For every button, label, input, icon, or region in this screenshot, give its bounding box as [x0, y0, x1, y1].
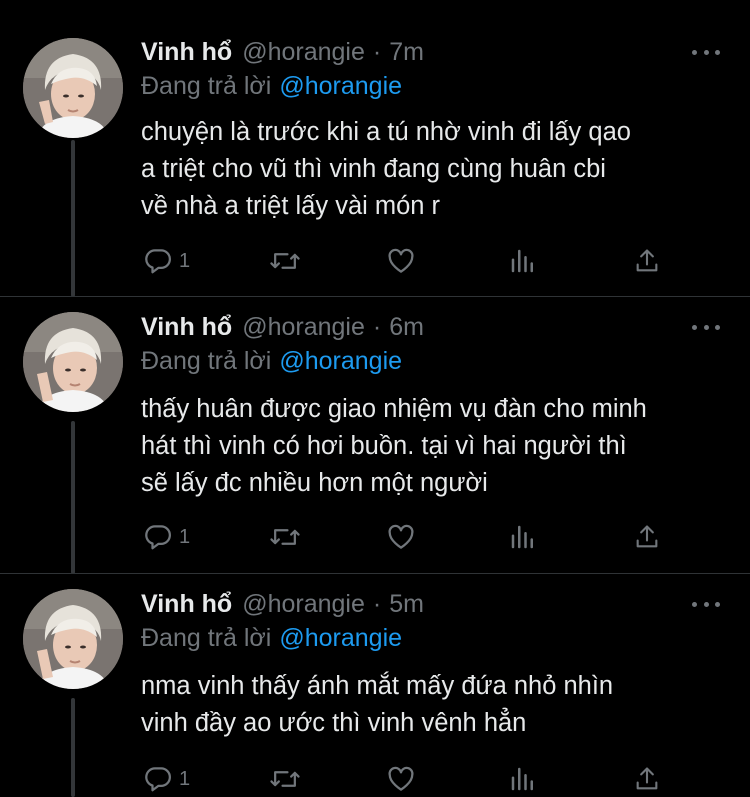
action-bar: 1 — [141, 762, 681, 796]
thread-connector — [71, 140, 75, 297]
heart-icon — [388, 766, 414, 791]
replying-to-label: Đang trả lời — [141, 72, 272, 100]
reply-button[interactable]: 1 — [143, 762, 190, 796]
thread-connector — [71, 421, 75, 574]
retweet-icon — [270, 529, 300, 545]
retweet-button[interactable] — [269, 244, 301, 278]
timestamp[interactable]: 6m — [389, 313, 424, 342]
reply-count: 1 — [179, 249, 191, 272]
analytics-button[interactable] — [509, 244, 537, 278]
avatar[interactable] — [23, 312, 123, 412]
share-icon — [636, 525, 658, 548]
tweet-text: nma vinh thấy ánh mắt mấy đứa nhỏ nhìn v… — [141, 672, 614, 737]
share-icon — [636, 767, 658, 790]
more-icon[interactable] — [692, 47, 720, 57]
replying-to: Đang trả lời @horangie — [141, 624, 402, 653]
profile-photo — [23, 312, 123, 412]
tweet-header: Vinh hổ @horangie · 6m — [141, 310, 424, 344]
display-name[interactable]: Vinh hổ — [141, 590, 232, 619]
tweet[interactable]: Vinh hổ @horangie · 5m Đang trả lời @hora… — [0, 574, 750, 797]
reply-button[interactable]: 1 — [143, 244, 190, 278]
reply-count: 1 — [179, 767, 191, 790]
avatar[interactable] — [23, 38, 123, 138]
tweet[interactable]: Vinh hổ @horangie · 6m Đang trả lời @hora… — [0, 297, 750, 574]
user-handle[interactable]: @horangie — [242, 313, 365, 342]
retweet-button[interactable] — [269, 762, 301, 796]
retweet-button[interactable] — [269, 520, 301, 554]
tweet[interactable]: Vinh hổ @horangie · 7m Đang trả lời @hora… — [0, 0, 750, 297]
timestamp[interactable]: 5m — [389, 590, 424, 619]
action-bar: 1 — [141, 244, 681, 278]
action-bar: 1 — [141, 520, 681, 554]
retweet-icon — [270, 771, 300, 787]
reply-count: 1 — [179, 525, 191, 548]
more-icon[interactable] — [692, 599, 720, 609]
reply-icon — [145, 249, 171, 274]
profile-photo — [23, 589, 123, 689]
profile-photo — [23, 38, 123, 138]
mention-link[interactable]: @horangie — [279, 624, 402, 652]
analytics-icon — [511, 525, 533, 549]
separator-dot: · — [372, 37, 382, 66]
share-icon — [636, 249, 658, 272]
tweet-thread: Vinh hổ @horangie · 7m Đang trả lời @hora… — [0, 0, 750, 797]
analytics-button[interactable] — [509, 762, 537, 796]
retweet-icon — [270, 253, 300, 269]
like-button[interactable] — [386, 244, 416, 278]
timestamp[interactable]: 7m — [389, 38, 424, 67]
analytics-button[interactable] — [509, 520, 537, 554]
replying-to: Đang trả lời @horangie — [141, 347, 402, 376]
user-handle[interactable]: @horangie — [242, 590, 365, 619]
avatar[interactable] — [23, 589, 123, 689]
more-icon[interactable] — [692, 322, 720, 332]
replying-to-label: Đang trả lời — [141, 347, 272, 375]
replying-to-label: Đang trả lời — [141, 624, 272, 652]
analytics-icon — [511, 767, 533, 791]
thread-connector — [71, 698, 75, 797]
share-button[interactable] — [633, 244, 661, 278]
user-handle[interactable]: @horangie — [242, 38, 365, 67]
separator-dot: · — [372, 589, 382, 618]
replying-to: Đang trả lời @horangie — [141, 72, 402, 101]
heart-icon — [388, 248, 414, 273]
mention-link[interactable]: @horangie — [279, 72, 402, 100]
analytics-icon — [511, 249, 533, 273]
mention-link[interactable]: @horangie — [279, 347, 402, 375]
reply-icon — [145, 525, 171, 550]
display-name[interactable]: Vinh hổ — [141, 38, 232, 67]
reply-icon — [145, 767, 171, 792]
tweet-header: Vinh hổ @horangie · 7m — [141, 35, 424, 69]
like-button[interactable] — [386, 762, 416, 796]
separator-dot: · — [372, 312, 382, 341]
like-button[interactable] — [386, 520, 416, 554]
share-button[interactable] — [633, 762, 661, 796]
share-button[interactable] — [633, 520, 661, 554]
tweet-text: chuyện là trước khi a tú nhờ vinh đi lấy… — [141, 118, 631, 220]
tweet-text: thấy huân được giao nhiệm vụ đàn cho min… — [141, 395, 647, 497]
reply-button[interactable]: 1 — [143, 520, 190, 554]
heart-icon — [388, 524, 414, 549]
tweet-header: Vinh hổ @horangie · 5m — [141, 587, 424, 621]
display-name[interactable]: Vinh hổ — [141, 313, 232, 342]
